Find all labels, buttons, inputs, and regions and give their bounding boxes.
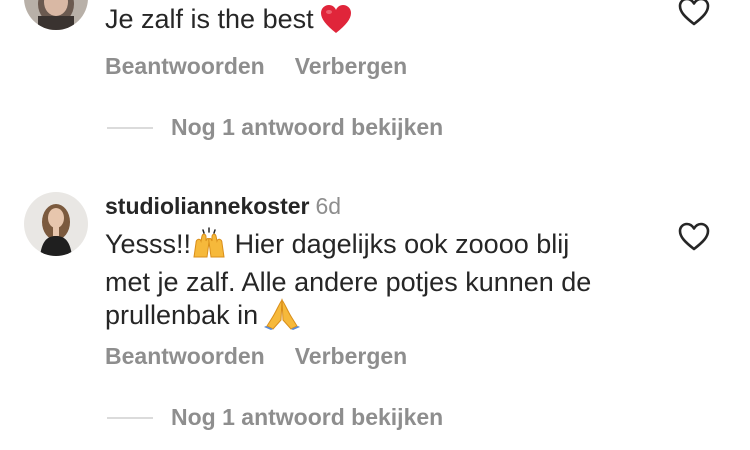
reply-button[interactable]: Beantwoorden — [105, 343, 265, 369]
view-replies-button[interactable]: Nog 1 antwoord bekijken — [107, 114, 443, 141]
like-heart-icon[interactable] — [678, 222, 710, 252]
replies-divider — [107, 416, 153, 419]
comment-header: studioliannekoster 6d — [105, 192, 341, 220]
comment-line-3: prullenbak in — [105, 298, 591, 337]
timestamp: 6d — [315, 193, 342, 219]
view-replies-label: Nog 1 antwoord bekijken — [171, 114, 444, 140]
replies-divider — [107, 126, 153, 129]
hide-button[interactable]: Verbergen — [295, 343, 408, 369]
hide-button[interactable]: Verbergen — [295, 53, 408, 79]
view-replies-button[interactable]: Nog 1 antwoord bekijken — [107, 404, 443, 431]
comment-actions: Beantwoorden Verbergen — [105, 53, 437, 80]
comment-line-1: Yesss!! Hier dagelijks ook zoooo blij — [105, 227, 591, 266]
avatar[interactable] — [24, 192, 88, 256]
raising-hands-icon — [191, 227, 227, 266]
username[interactable]: studioliannekoster — [105, 193, 309, 219]
comment-text: Je zalf is the best — [105, 3, 352, 41]
comment-line-2: met je zalf. Alle andere potjes kunnen d… — [105, 267, 592, 297]
reply-button[interactable]: Beantwoorden — [105, 53, 265, 79]
folded-hands-icon — [264, 298, 301, 337]
view-replies-label: Nog 1 antwoord bekijken — [171, 404, 444, 430]
avatar[interactable] — [24, 0, 88, 30]
comment-actions: Beantwoorden Verbergen — [105, 343, 437, 370]
like-heart-icon[interactable] — [678, 0, 710, 27]
red-heart-icon — [320, 4, 352, 41]
comment-text: Yesss!! Hier dagelijks ook zoooo blij me… — [105, 227, 591, 337]
